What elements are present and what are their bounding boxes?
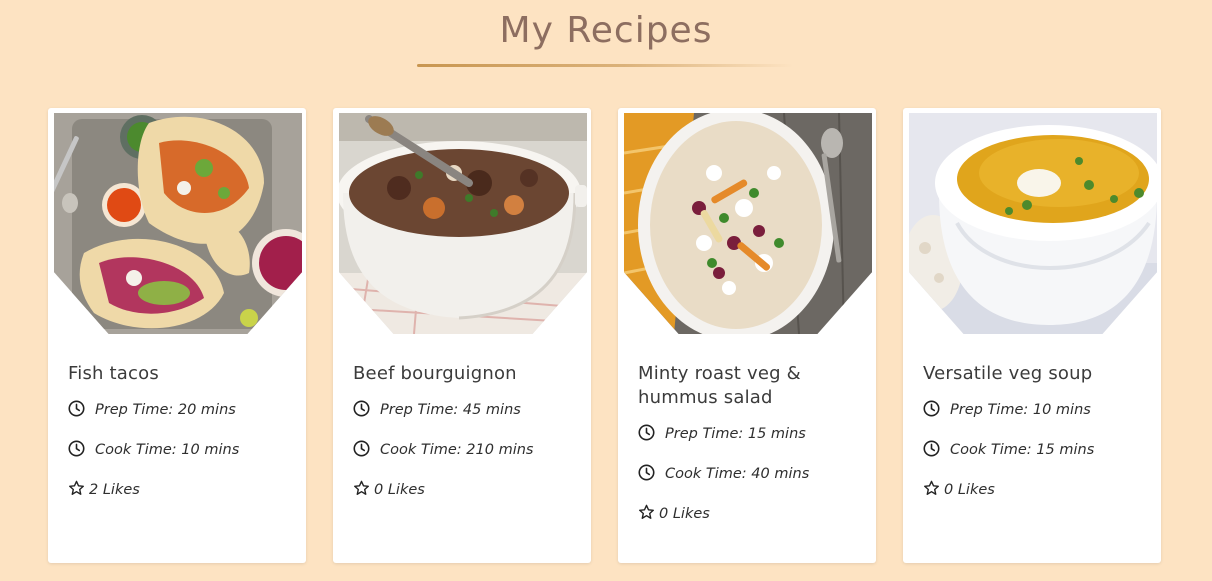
title-underline <box>417 64 793 67</box>
likes-count: 0 Likes <box>659 506 710 522</box>
star-icon[interactable] <box>923 480 940 497</box>
likes[interactable]: 0 Likes <box>353 480 425 498</box>
recipe-name[interactable]: Minty roast veg & hummus salad <box>638 362 858 410</box>
recipe-image[interactable] <box>339 113 587 334</box>
prep-time: Prep Time: 45 mins <box>353 400 521 418</box>
prep-time-text: Prep Time: 10 mins <box>950 402 1091 418</box>
prep-time-text: Prep Time: 20 mins <box>95 402 236 418</box>
recipe-name[interactable]: Versatile veg soup <box>923 362 1143 386</box>
cook-time: Cook Time: 10 mins <box>68 440 239 458</box>
cook-time: Cook Time: 15 mins <box>923 440 1094 458</box>
prep-time: Prep Time: 20 mins <box>68 400 236 418</box>
star-icon[interactable] <box>353 480 370 497</box>
likes-count: 0 Likes <box>374 482 425 498</box>
recipe-image[interactable] <box>54 113 302 334</box>
recipe-image[interactable] <box>909 113 1157 334</box>
recipe-image[interactable] <box>624 113 872 334</box>
cook-time-text: Cook Time: 10 mins <box>95 442 240 458</box>
clock-icon <box>638 424 655 441</box>
clock-icon <box>353 440 370 457</box>
recipe-card[interactable]: Minty roast veg & hummus salad Prep Time… <box>618 108 876 563</box>
prep-time-text: Prep Time: 15 mins <box>665 426 806 442</box>
recipe-name[interactable]: Beef bourguignon <box>353 362 573 386</box>
clock-icon <box>68 400 85 417</box>
star-icon[interactable] <box>638 504 655 521</box>
prep-time: Prep Time: 15 mins <box>638 424 806 442</box>
recipe-card-list: Fish tacos Prep Time: 20 mins Cook Time:… <box>48 108 1164 564</box>
cook-time-text: Cook Time: 210 mins <box>380 442 534 458</box>
page-title: My Recipes <box>499 10 713 51</box>
likes-count: 0 Likes <box>944 482 995 498</box>
likes-count: 2 Likes <box>89 482 140 498</box>
recipe-name[interactable]: Fish tacos <box>68 362 288 386</box>
cook-time: Cook Time: 210 mins <box>353 440 533 458</box>
clock-icon <box>638 464 655 481</box>
cook-time: Cook Time: 40 mins <box>638 464 809 482</box>
clock-icon <box>353 400 370 417</box>
recipe-card[interactable]: Versatile veg soup Prep Time: 10 mins Co… <box>903 108 1161 563</box>
clock-icon <box>68 440 85 457</box>
recipe-card[interactable]: Fish tacos Prep Time: 20 mins Cook Time:… <box>48 108 306 563</box>
likes[interactable]: 0 Likes <box>923 480 995 498</box>
cook-time-text: Cook Time: 15 mins <box>950 442 1095 458</box>
prep-time: Prep Time: 10 mins <box>923 400 1091 418</box>
prep-time-text: Prep Time: 45 mins <box>380 402 521 418</box>
clock-icon <box>923 400 940 417</box>
clock-icon <box>923 440 940 457</box>
star-icon[interactable] <box>68 480 85 497</box>
likes[interactable]: 0 Likes <box>638 504 710 522</box>
recipe-card[interactable]: Beef bourguignon Prep Time: 45 mins Cook… <box>333 108 591 563</box>
recipes-page: My Recipes Fish tacos Prep Time: 20 mins… <box>0 0 1212 581</box>
cook-time-text: Cook Time: 40 mins <box>665 466 810 482</box>
likes[interactable]: 2 Likes <box>68 480 140 498</box>
